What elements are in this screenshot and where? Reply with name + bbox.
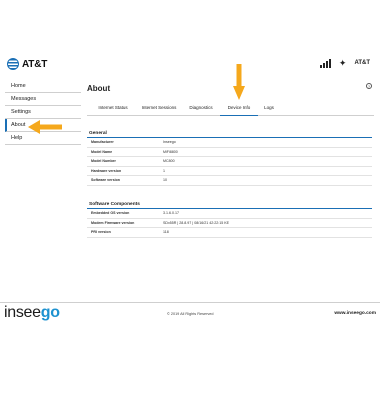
info-value: SDx55R | 28.8.97 | 08/16/21 42:22:15 KE (163, 220, 230, 225)
website-link[interactable]: www.inseego.com (334, 311, 376, 316)
tab-internet-sessions[interactable]: Internet Sessions (139, 101, 179, 116)
info-value: 10 (163, 178, 167, 182)
info-label: Model Name (91, 149, 113, 154)
info-value: MiFi8800 (163, 149, 178, 154)
info-row: Software version 10 (87, 176, 372, 186)
info-label: Software version (91, 178, 120, 182)
tab-device-info[interactable]: Device Info (220, 101, 258, 116)
info-row: Model Name MiFi8800 (87, 148, 372, 157)
info-row: PRI version 118 (87, 228, 372, 238)
logo-text: insee (4, 304, 41, 321)
info-label: Modem Firmware version (91, 220, 135, 225)
info-row: Manufacturer Inseego (87, 138, 372, 148)
signal-strength-icon (319, 59, 331, 68)
brand-name: AT&T (22, 58, 48, 70)
sidebar-item-settings[interactable]: Settings (5, 106, 81, 119)
sidebar-item-home[interactable]: Home (5, 80, 81, 93)
info-value: 1 (163, 168, 165, 173)
footer-divider (0, 302, 380, 303)
info-value: MC800 (163, 159, 175, 163)
info-label: Hardware version (91, 168, 122, 173)
top-bar: AT&T ✦ AT&T (0, 48, 380, 78)
software-section-title: Software Components (87, 201, 372, 209)
annotation-arrow-down-icon (233, 64, 245, 100)
att-globe-icon (7, 58, 19, 70)
info-label: Manufacturer (91, 140, 114, 144)
annotation-arrow-left-icon (28, 120, 62, 134)
tab-bar: Internet Status Internet Sessions Diagno… (87, 101, 374, 116)
copyright-text: © 2019 All Rights Reserved (167, 312, 214, 316)
info-value: 3.1.6.0.17 (163, 211, 179, 215)
tab-internet-status[interactable]: Internet Status (96, 101, 130, 116)
inseego-logo: inseego (4, 304, 60, 322)
page-title: About (87, 84, 111, 93)
connection-icon: ✦ (338, 58, 347, 68)
tab-logs[interactable]: Logs (262, 101, 276, 116)
general-section-title: General (87, 130, 372, 138)
info-value: Inseego (163, 140, 176, 144)
info-row: Model Number MC800 (87, 157, 372, 167)
sidebar-item-messages[interactable]: Messages (5, 93, 81, 106)
tab-diagnostics[interactable]: Diagnostics (187, 101, 215, 116)
info-label: Model Number (91, 159, 116, 163)
info-value: 118 (163, 230, 169, 234)
info-row: Embedded OS version 3.1.6.0.17 (87, 209, 372, 219)
general-section: General Manufacturer Inseego Model Name Mi… (87, 130, 372, 186)
info-label: PRI version (91, 230, 111, 234)
main-content: About ? Internet Status Internet Session… (87, 80, 374, 238)
software-components-section: Software Components Embedded OS version 3… (87, 201, 372, 238)
help-icon[interactable]: ? (366, 83, 372, 89)
carrier-label: AT&T (354, 60, 370, 66)
info-row: Hardware version 1 (87, 167, 372, 176)
sidebar-nav: Home Messages Settings About Help (5, 80, 81, 145)
logo-text-accent: go (40, 304, 60, 321)
status-icons: ✦ AT&T (319, 58, 370, 68)
att-logo: AT&T (7, 58, 47, 70)
info-label: Embedded OS version (91, 211, 130, 215)
info-row: Modem Firmware version SDx55R | 28.8.97 |… (87, 219, 372, 228)
